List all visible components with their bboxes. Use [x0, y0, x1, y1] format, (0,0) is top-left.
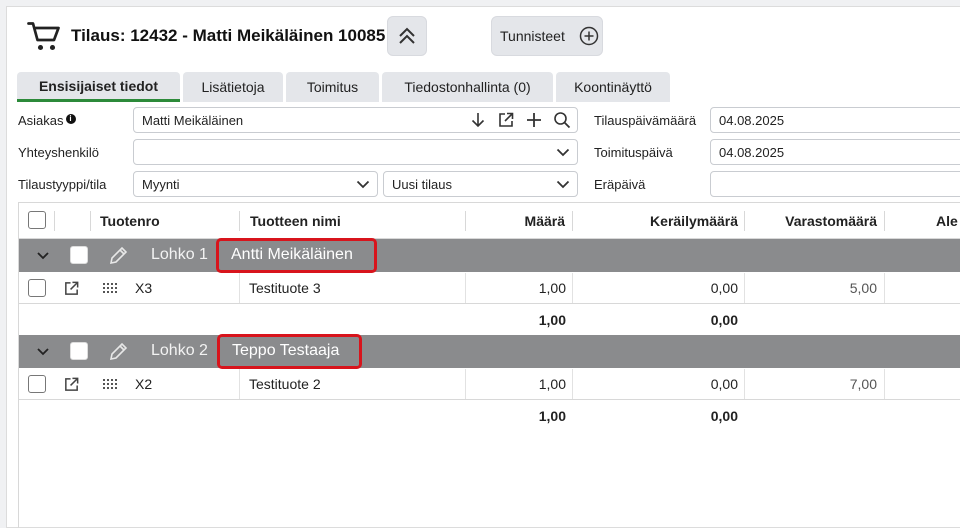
chevron-down-icon[interactable] [36, 346, 50, 358]
picked-quantity-cell: 0,00 [710, 376, 738, 392]
delivery-date-field[interactable]: 04.08.2025 [710, 139, 960, 165]
order-type-value: Myynti [142, 176, 180, 192]
tab-file-management[interactable]: Tiedostonhallinta (0) [382, 72, 553, 102]
group-label: Lohko 1 [151, 246, 208, 263]
order-status-select[interactable]: Uusi tilaus [383, 171, 578, 197]
order-date-field[interactable]: 04.08.2025 [710, 107, 960, 133]
group-totals-row: 1,00 0,00 [19, 305, 960, 335]
tags-button[interactable]: Tunnisteet [491, 16, 603, 56]
product-no-cell: X2 [135, 376, 153, 392]
due-date-field[interactable] [710, 171, 960, 197]
search-icon[interactable] [553, 111, 571, 129]
tab-dashboard[interactable]: Koontinäyttö [556, 72, 670, 102]
column-header-stock-quantity[interactable]: Varastomäärä [744, 203, 877, 238]
customer-field[interactable]: Matti Meikäläinen [133, 107, 578, 133]
product-name-cell: Testituote 2 [249, 376, 321, 392]
product-no-cell: X3 [135, 280, 153, 296]
column-header-product-name[interactable]: Tuotteen nimi [250, 203, 341, 238]
chevron-down-icon[interactable] [36, 250, 50, 262]
external-link-icon[interactable] [63, 280, 80, 297]
table-row[interactable]: X3 Testituote 3 1,00 0,00 5,00 [19, 273, 960, 304]
total-picked-quantity: 0,00 [710, 312, 738, 328]
chevrons-up-icon [399, 27, 415, 44]
order-type-select[interactable]: Myynti [133, 171, 378, 197]
arrow-down-icon[interactable] [469, 111, 487, 129]
chevron-down-icon [556, 180, 570, 189]
select-all-checkbox[interactable] [28, 211, 46, 229]
total-quantity: 1,00 [538, 408, 566, 424]
row-checkbox[interactable] [28, 279, 46, 297]
group-row-2: Lohko 2 Teppo Testaaja [19, 334, 960, 369]
table-row[interactable]: X2 Testituote 2 1,00 0,00 7,00 [19, 369, 960, 400]
highlight-box [217, 334, 362, 369]
contact-select[interactable] [133, 139, 578, 165]
group-checkbox[interactable] [70, 246, 88, 264]
order-date-value: 04.08.2025 [719, 112, 785, 128]
highlight-box [216, 238, 377, 273]
grid-header: Tuotenro Tuotteen nimi Määrä Keräilymäär… [19, 203, 960, 239]
column-header-picked-quantity[interactable]: Keräilymäärä [572, 203, 738, 238]
info-icon[interactable]: i [65, 114, 76, 124]
pencil-icon[interactable] [107, 341, 129, 363]
collapse-header-button[interactable] [387, 16, 427, 56]
total-quantity: 1,00 [538, 312, 566, 328]
tab-delivery[interactable]: Toimitus [286, 72, 379, 102]
tags-label: Tunnisteet [500, 28, 565, 44]
total-picked-quantity: 0,00 [710, 408, 738, 424]
row-checkbox[interactable] [28, 375, 46, 393]
pencil-icon[interactable] [107, 245, 129, 267]
tab-additional-info[interactable]: Lisätietoja [183, 72, 283, 102]
order-status-value: Uusi tilaus [392, 176, 452, 192]
chevron-down-icon [356, 180, 370, 189]
order-type-label: Tilaustyyppi/tila [18, 177, 107, 192]
order-panel: Tilaus: 12432 - Matti Meikäläinen 10085 … [6, 6, 960, 528]
product-name-cell: Testituote 3 [249, 280, 321, 296]
column-header-quantity[interactable]: Määrä [465, 203, 565, 238]
quantity-cell[interactable]: 1,00 [465, 273, 566, 303]
plus-icon[interactable] [525, 111, 543, 129]
shopping-cart-icon [27, 22, 60, 51]
order-date-label: Tilauspäivämäärä [594, 113, 697, 128]
quantity-cell[interactable]: 1,00 [465, 369, 566, 399]
page-title: Tilaus: 12432 - Matti Meikäläinen 10085 [71, 26, 386, 45]
stock-quantity-cell: 5,00 [849, 280, 877, 296]
plus-circle-icon [579, 26, 599, 46]
tab-primary-info[interactable]: Ensisijaiset tiedot [17, 72, 180, 102]
group-checkbox[interactable] [70, 342, 88, 360]
delivery-date-value: 04.08.2025 [719, 144, 785, 160]
group-label: Lohko 2 [151, 342, 208, 359]
order-lines-grid: Tuotenro Tuotteen nimi Määrä Keräilymäär… [18, 202, 960, 528]
customer-label: Asiakas i [18, 113, 76, 128]
drag-handle-icon[interactable] [103, 379, 117, 389]
chevron-down-icon [556, 148, 570, 157]
external-link-icon[interactable] [497, 111, 515, 129]
due-date-label: Eräpäivä [594, 177, 646, 192]
group-totals-row: 1,00 0,00 [19, 401, 960, 431]
group-row-1: Lohko 1 Antti Meikäläinen [19, 238, 960, 273]
stock-quantity-cell: 7,00 [849, 376, 877, 392]
drag-handle-icon[interactable] [103, 283, 117, 293]
customer-value: Matti Meikäläinen [142, 112, 244, 128]
order-header: Tilaus: 12432 - Matti Meikäläinen 10085 … [7, 7, 960, 67]
picked-quantity-cell: 0,00 [710, 280, 738, 296]
column-header-discount[interactable]: Ale [936, 203, 958, 238]
contact-label: Yhteyshenkilö [18, 145, 99, 160]
customer-label-text: Asiakas [18, 113, 64, 128]
column-header-product-no[interactable]: Tuotenro [100, 203, 160, 238]
external-link-icon[interactable] [63, 376, 80, 393]
delivery-date-label: Toimituspäivä [594, 145, 673, 160]
